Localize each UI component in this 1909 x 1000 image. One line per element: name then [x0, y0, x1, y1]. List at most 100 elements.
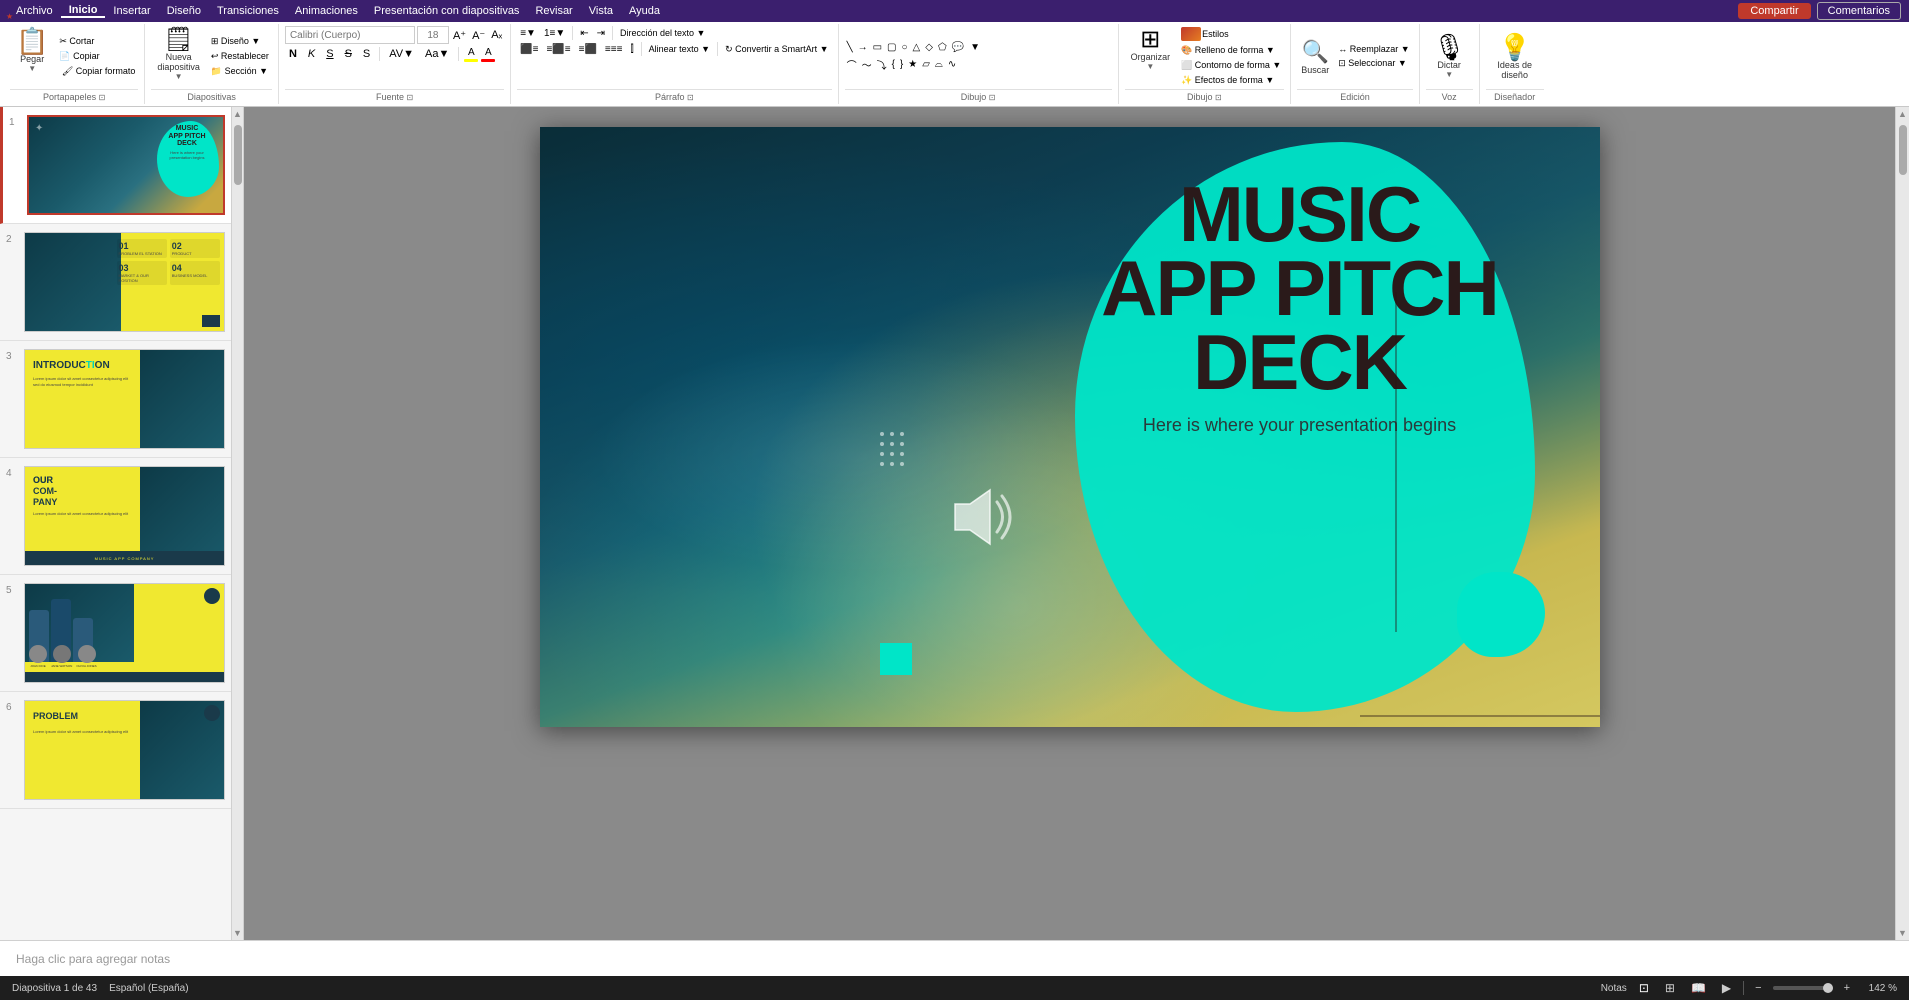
- zoom-in-button[interactable]: +: [1841, 981, 1853, 995]
- replace-button[interactable]: ↔ Reemplazar ▼: [1335, 43, 1412, 55]
- shape-effects-button[interactable]: ✨ Efectos de forma ▼: [1178, 74, 1284, 87]
- trapezoid-tool[interactable]: ⌓: [933, 58, 945, 71]
- triangle-tool[interactable]: △: [911, 41, 923, 54]
- section-button[interactable]: 📁 Sección ▼: [208, 65, 272, 78]
- ribbon-group-parrafo: ≡▼ 1≡▼ ⇤ ⇥ Dirección del texto ▼ ⬛≡ ≡⬛≡ …: [511, 24, 838, 104]
- align-text-button[interactable]: Alinear texto ▼: [646, 43, 713, 55]
- curve-tool[interactable]: ⌒: [845, 56, 859, 73]
- copy-button[interactable]: 📄 Copiar: [56, 50, 138, 63]
- layout-button[interactable]: ⊞ Diseño ▼: [208, 35, 272, 48]
- menu-file[interactable]: Archivo: [8, 5, 61, 17]
- zoom-out-button[interactable]: −: [1752, 981, 1764, 995]
- clear-format-button[interactable]: Aₓ: [489, 28, 504, 42]
- justify-button[interactable]: ≡≡≡: [602, 43, 626, 56]
- new-slide-button[interactable]: 🗒 Nuevadiapositiva ▼: [151, 26, 206, 87]
- slide-item-4[interactable]: 4 OUR OURCOM-PANY Lorem ipsum dolor sit …: [0, 458, 231, 575]
- parallelogram-tool[interactable]: ▱: [920, 58, 932, 71]
- callout-tool[interactable]: 💬: [950, 41, 966, 54]
- menu-vista[interactable]: Vista: [581, 5, 621, 17]
- underline-button[interactable]: S: [322, 47, 337, 61]
- paste-button[interactable]: 📋 Pegar ▼: [10, 26, 54, 87]
- font-name-input[interactable]: [285, 26, 415, 44]
- shadow-button[interactable]: S: [359, 47, 374, 61]
- menu-ayuda[interactable]: Ayuda: [621, 5, 668, 17]
- slide-panel-scrollbar[interactable]: ▲ ▼: [232, 107, 244, 940]
- char-spacing-button[interactable]: AV▼: [385, 47, 418, 61]
- rounded-rect-tool[interactable]: ▢: [885, 41, 898, 54]
- align-right-button[interactable]: ≡⬛: [576, 43, 600, 56]
- middle-section: 1 MUSICAPP PITCHDECK Here is where yourp…: [0, 107, 1909, 940]
- menu-insertar[interactable]: Insertar: [105, 5, 158, 17]
- shape-fill-button[interactable]: 🎨 Relleno de forma ▼: [1178, 44, 1284, 57]
- zoom-slider[interactable]: [1773, 986, 1833, 990]
- indent-more-button[interactable]: ⇥: [594, 27, 608, 40]
- star-tool[interactable]: ★: [906, 58, 919, 71]
- connector-tool[interactable]: ⤵: [875, 56, 889, 73]
- dictate-button[interactable]: 🎙 Dictar ▼: [1426, 26, 1473, 87]
- search-button[interactable]: 🔍 Buscar: [1297, 37, 1333, 77]
- notes-bar[interactable]: Haga clic para agregar notas: [0, 940, 1909, 976]
- freeform-tool[interactable]: 〜: [860, 56, 874, 73]
- slide-item-5[interactable]: 5: [0, 575, 231, 692]
- numbering-button[interactable]: 1≡▼: [541, 27, 568, 40]
- comments-button[interactable]: Comentarios: [1817, 2, 1901, 20]
- strikethrough-button[interactable]: S: [341, 47, 356, 61]
- slide-sorter-button[interactable]: ⊞: [1661, 980, 1679, 996]
- reading-view-button[interactable]: 📖: [1687, 980, 1710, 996]
- shapes-more[interactable]: ▼: [967, 41, 983, 54]
- oval-tool[interactable]: ○: [900, 41, 910, 54]
- rect-tool[interactable]: ▭: [871, 41, 884, 54]
- brace-tool[interactable]: }: [898, 58, 905, 71]
- menu-presentacion[interactable]: Presentación con diapositivas: [366, 5, 528, 17]
- smartart-button[interactable]: ↻ Convertir a SmartArt ▼: [722, 43, 831, 56]
- text-case-button[interactable]: Aa▼: [421, 47, 453, 61]
- title-line-1: MUSIC: [1080, 177, 1520, 251]
- bold-button[interactable]: N: [285, 47, 301, 61]
- font-size-input[interactable]: [417, 26, 449, 44]
- canvas-scrollbar[interactable]: ▲ ▼: [1895, 107, 1909, 940]
- reset-button[interactable]: ↩ Restablecer: [208, 50, 272, 63]
- copy-format-button[interactable]: 🖌 Copiar formato: [56, 65, 138, 78]
- bracket-tool[interactable]: {: [890, 58, 897, 71]
- diamond-tool[interactable]: ◇: [923, 41, 935, 54]
- select-button[interactable]: ⊡ Seleccionar ▼: [1335, 57, 1412, 70]
- bullets-button[interactable]: ≡▼: [517, 27, 539, 40]
- organize-button[interactable]: ⊞ Organizar ▼: [1125, 26, 1177, 87]
- wave-tool[interactable]: ∿: [946, 58, 958, 71]
- slide-item-3[interactable]: 3 INTRODUCTION Lorem ipsum dolor sit ame…: [0, 341, 231, 458]
- italic-button[interactable]: K: [304, 47, 319, 61]
- title-line-2: APP PITCH: [1080, 251, 1520, 325]
- menu-inicio[interactable]: Inicio: [61, 4, 106, 18]
- line-tool[interactable]: ╲: [845, 41, 855, 54]
- arrow-tool[interactable]: →: [856, 41, 870, 54]
- shape-outline-button[interactable]: ⬜ Contorno de forma ▼: [1178, 59, 1284, 72]
- notes-toggle[interactable]: Notas: [1601, 983, 1627, 994]
- main-slide[interactable]: MUSIC APP PITCH DECK Here is where your …: [540, 127, 1600, 727]
- menu-revisar[interactable]: Revisar: [527, 5, 580, 17]
- status-bar: Diapositiva 1 de 43 Español (España) Not…: [0, 976, 1909, 1000]
- highlight-button[interactable]: A: [465, 46, 478, 59]
- styles-button[interactable]: Estilos: [1178, 26, 1284, 42]
- design-ideas-button[interactable]: 💡 Ideas dediseño: [1486, 26, 1544, 87]
- cut-button[interactable]: ✂ Cortar: [56, 35, 138, 48]
- menu-transiciones[interactable]: Transiciones: [209, 5, 287, 17]
- font-increase-button[interactable]: A⁺: [451, 28, 468, 43]
- slideshow-button[interactable]: ▶: [1718, 980, 1735, 996]
- share-button[interactable]: Compartir: [1738, 3, 1810, 19]
- align-center-button[interactable]: ≡⬛≡: [544, 43, 574, 56]
- slide-item-1[interactable]: 1 MUSICAPP PITCHDECK Here is where yourp…: [0, 107, 231, 224]
- normal-view-button[interactable]: ⊡: [1635, 980, 1653, 996]
- indent-less-button[interactable]: ⇤: [577, 27, 591, 40]
- menu-diseno[interactable]: Diseño: [159, 5, 209, 17]
- slide-number-1: 1: [9, 115, 23, 128]
- align-left-button[interactable]: ⬛≡: [517, 43, 541, 56]
- menu-animaciones[interactable]: Animaciones: [287, 5, 366, 17]
- ribbon-group-dibujo: ╲ → ▭ ▢ ○ △ ◇ ⬠ 💬 ▼ ⌒ 〜 ⤵: [839, 24, 1119, 104]
- slide-item-6[interactable]: 6 PROBLEM Lorem ipsum dolor sit amet con…: [0, 692, 231, 809]
- text-direction-button[interactable]: Dirección del texto ▼: [617, 27, 708, 39]
- font-color-button[interactable]: A: [482, 46, 495, 59]
- pentagon-tool[interactable]: ⬠: [936, 41, 949, 54]
- slide-item-2[interactable]: 2 01 PROBLEM EL STATION 02 PRODU: [0, 224, 231, 341]
- columns-button[interactable]: ⫿: [627, 43, 636, 56]
- font-decrease-button[interactable]: A⁻: [470, 28, 487, 43]
